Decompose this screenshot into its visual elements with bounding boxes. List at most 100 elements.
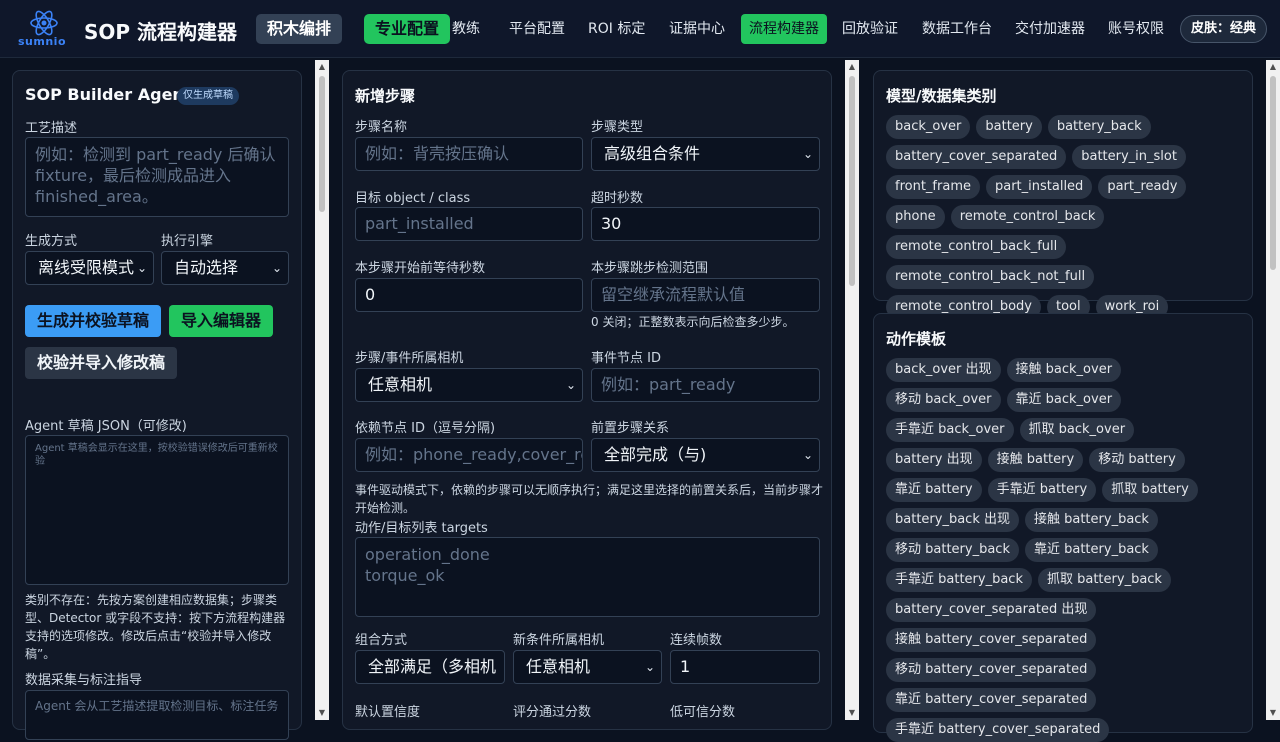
event-hint: 事件驱动模式下，依赖的步骤可以无顺序执行；满足这里选择的前置关系后，当前步骤才开… [355, 483, 824, 515]
action-template-chip[interactable]: 接触 back_over [1006, 358, 1122, 382]
scroll-up-icon[interactable]: ▲ [847, 62, 857, 72]
class-chip[interactable]: battery [976, 115, 1042, 139]
scroll-thumb[interactable] [319, 76, 325, 212]
action-template-chip[interactable]: battery_cover_separated 出现 [886, 598, 1097, 622]
action-template-chip[interactable]: 抓取 battery_back [1037, 568, 1171, 592]
pass-score-label: 评分通过分数 [513, 705, 592, 720]
action-template-chip[interactable]: battery_back 出现 [886, 508, 1019, 532]
action-template-chip[interactable]: 手靠近 battery_cover_separated [886, 718, 1110, 742]
mode-pro-button[interactable]: 专业配置 [364, 14, 451, 44]
class-chip[interactable]: remote_control_back [950, 205, 1105, 229]
action-template-chip[interactable]: 移动 battery_back [886, 538, 1019, 562]
right-scrollbar[interactable]: ▲ ▼ [1266, 60, 1280, 720]
chevron-down-icon: ⌄ [565, 378, 576, 392]
action-template-chip[interactable]: 靠近 battery_back [1024, 538, 1158, 562]
generate-draft-button[interactable]: 生成并校验草稿 [25, 305, 162, 337]
scroll-thumb[interactable] [1270, 76, 1276, 270]
classes-panel: 模型/数据集类别 back_over battery battery_back bat… [873, 70, 1253, 319]
class-chip[interactable]: back_over [886, 115, 971, 139]
step-type-label: 步骤类型 [591, 120, 644, 135]
nav-evidence-center[interactable]: 证据中心 [669, 14, 725, 44]
action-template-chip[interactable]: 接触 battery [987, 448, 1084, 472]
guide-textarea[interactable]: Agent 会从工艺描述提取检测目标、标注任务 [25, 690, 289, 740]
action-template-chip[interactable]: 手靠近 back_over [886, 418, 1014, 442]
logo-text: sumnio [18, 35, 66, 48]
scroll-down-icon[interactable]: ▼ [847, 708, 857, 718]
scroll-up-icon[interactable]: ▲ [1268, 62, 1278, 72]
deps-input[interactable]: 例如：phone_ready,cover_removed [355, 438, 583, 472]
skip-label: 本步骤跳步检测范围 [591, 261, 709, 276]
draft-json-textarea[interactable]: Agent 草稿会显示在这里，按校验错误修改后可重新校验 [25, 435, 289, 585]
prev-relation-select[interactable]: 全部完成（与) ⌄ [591, 438, 820, 472]
action-template-chip[interactable]: 接触 battery_cover_separated [886, 628, 1097, 652]
scroll-down-icon[interactable]: ▼ [317, 708, 327, 718]
gen-mode-select[interactable]: 离线受限模式 ⌄ [25, 251, 154, 285]
guide-label: 数据采集与标注指导 [25, 673, 143, 688]
import-editor-button[interactable]: 导入编辑器 [169, 305, 274, 337]
action-template-chip[interactable]: 手靠近 battery_back [886, 568, 1032, 592]
action-template-chip[interactable]: 移动 battery [1089, 448, 1185, 472]
nav-roi-calibration[interactable]: ROI 标定 [588, 14, 645, 44]
scroll-down-icon[interactable]: ▼ [1268, 708, 1278, 718]
action-template-chip[interactable]: back_over 出现 [886, 358, 1001, 382]
nav-data-workbench[interactable]: 数据工作台 [922, 14, 992, 44]
chevron-down-icon: ⌄ [136, 261, 147, 275]
event-id-label: 事件节点 ID [591, 351, 661, 366]
action-template-chip[interactable]: 接触 battery_back [1024, 508, 1158, 532]
scroll-up-icon[interactable]: ▲ [317, 62, 327, 72]
action-template-chip[interactable]: 靠近 battery [886, 478, 982, 502]
action-template-chip[interactable]: 靠近 battery_cover_separated [886, 688, 1097, 712]
mode-blocks-button[interactable]: 积木编排 [256, 14, 343, 44]
chevron-down-icon: ⌄ [802, 147, 813, 161]
nav-coach[interactable]: 教练 [452, 14, 480, 44]
app-title: SOP 流程构建器 [84, 20, 238, 44]
class-chip[interactable]: front_frame [886, 175, 980, 199]
action-template-chip[interactable]: 靠近 back_over [1006, 388, 1122, 412]
nav-delivery-accelerator[interactable]: 交付加速器 [1015, 14, 1085, 44]
timeout-input[interactable]: 30 [591, 207, 820, 241]
action-template-chip[interactable]: 抓取 battery [1102, 478, 1198, 502]
scroll-thumb[interactable] [849, 76, 855, 286]
engine-select[interactable]: 自动选择 ⌄ [161, 251, 289, 285]
confidence-label: 默认置信度 [355, 705, 421, 720]
nav-replay-verify[interactable]: 回放验证 [842, 14, 898, 44]
class-chip[interactable]: battery_cover_separated [886, 145, 1067, 169]
class-chip[interactable]: part_ready [1098, 175, 1187, 199]
frames-input[interactable]: 1 [670, 650, 820, 684]
action-template-chip[interactable]: 抓取 back_over [1019, 418, 1135, 442]
class-chip[interactable]: remote_control_back_not_full [886, 265, 1095, 289]
event-id-input[interactable]: 例如：part_ready [591, 368, 820, 402]
new-camera-select[interactable]: 任意相机 ⌄ [513, 650, 662, 684]
target-input[interactable]: part_installed [355, 207, 583, 241]
class-chip[interactable]: part_installed [985, 175, 1093, 199]
engine-label: 执行引擎 [161, 234, 214, 249]
class-chip[interactable]: battery_in_slot [1072, 145, 1186, 169]
skip-input[interactable]: 留空继承流程默认值 [591, 278, 820, 312]
gen-mode-label: 生成方式 [25, 234, 78, 249]
action-template-chip[interactable]: 移动 battery_cover_separated [886, 658, 1097, 682]
nav-platform-config[interactable]: 平台配置 [509, 14, 565, 44]
class-chip[interactable]: battery_back [1047, 115, 1151, 139]
action-template-chip[interactable]: 移动 back_over [886, 388, 1001, 412]
action-template-chip[interactable]: 手靠近 battery [987, 478, 1097, 502]
middle-scrollbar[interactable]: ▲ ▼ [845, 60, 859, 720]
actions-panel: 动作模板 back_over 出现 接触 back_over 移动 back_ove… [873, 313, 1253, 742]
class-chip[interactable]: phone [886, 205, 945, 229]
step-type-select[interactable]: 高级组合条件 ⌄ [591, 137, 820, 171]
chevron-down-icon: ⌄ [644, 660, 655, 674]
left-scrollbar[interactable]: ▲ ▼ [315, 60, 329, 720]
skin-toggle-button[interactable]: 皮肤：经典 [1180, 15, 1268, 43]
camera-select[interactable]: 任意相机 ⌄ [355, 368, 583, 402]
nav-account-permissions[interactable]: 账号权限 [1108, 14, 1164, 44]
validate-import-button[interactable]: 校验并导入修改稿 [25, 347, 178, 379]
wait-input[interactable]: 0 [355, 278, 583, 312]
action-template-chip[interactable]: battery 出现 [886, 448, 982, 472]
new-camera-label: 新条件所属相机 [513, 633, 605, 648]
nav-flow-builder[interactable]: 流程构建器 [741, 14, 827, 44]
combine-select[interactable]: 全部满足（多相机 [355, 650, 505, 684]
step-name-input[interactable]: 例如：背壳按压确认 [355, 137, 583, 171]
process-textarea[interactable]: 例如：检测到 part_ready 后确认 fixture，最后检测成品进入 f… [25, 137, 289, 217]
frames-label: 连续帧数 [670, 633, 723, 648]
targets-textarea[interactable]: operation_done torque_ok [355, 537, 820, 617]
class-chip[interactable]: remote_control_back_full [886, 235, 1067, 259]
